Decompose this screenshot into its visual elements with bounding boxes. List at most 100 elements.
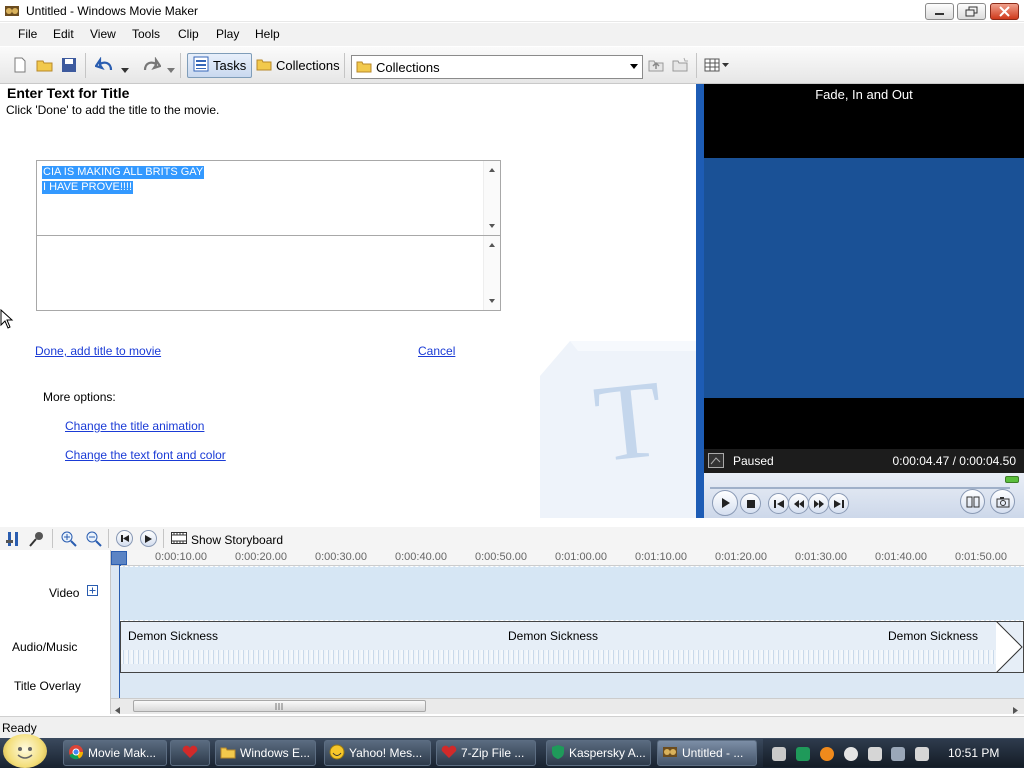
collections-dropdown[interactable]: Collections (351, 55, 643, 79)
title-text-input[interactable]: CIA IS MAKING ALL BRITS GAY I HAVE PROVE… (36, 160, 501, 236)
audio-clip[interactable]: Demon Sickness (508, 629, 598, 643)
menu-help[interactable]: Help (255, 27, 280, 41)
storyboard-icon (171, 531, 187, 548)
ruler-tick: 0:00:40.00 (395, 551, 447, 563)
messenger-tray-icon[interactable] (844, 747, 858, 761)
audio-clip[interactable]: Demon Sickness (888, 629, 978, 643)
tasks-button[interactable]: Tasks (187, 53, 253, 78)
ruler-tick: 0:00:30.00 (315, 551, 367, 563)
yahoo-smiley-icon (329, 744, 345, 763)
zoom-out-icon[interactable] (86, 531, 102, 550)
menu-play[interactable]: Play (216, 27, 239, 41)
audio-track[interactable]: Demon Sickness Demon Sickness Demon Sick… (120, 621, 1024, 673)
volume-indicator[interactable] (1005, 476, 1019, 483)
restore-button[interactable] (957, 3, 986, 20)
change-font-color-link[interactable]: Change the text font and color (65, 448, 226, 462)
menu-file[interactable]: File (18, 27, 37, 41)
open-project-icon[interactable] (36, 57, 54, 76)
search-tray-icon[interactable] (820, 747, 834, 761)
fast-forward-button[interactable] (808, 493, 829, 514)
narrate-timeline-icon[interactable] (29, 531, 45, 550)
new-collection-folder-icon[interactable] (671, 57, 689, 76)
zoom-in-icon[interactable] (61, 531, 77, 550)
cancel-link[interactable]: Cancel (418, 344, 455, 358)
toolbar-separator (85, 53, 86, 78)
minimize-button[interactable] (925, 3, 954, 20)
network-disconnected-icon[interactable] (868, 747, 882, 761)
menu-clip[interactable]: Clip (178, 27, 199, 41)
audio-track-label: Audio/Music (12, 640, 78, 654)
taskbar-item-windows-explorer[interactable]: Windows E... (215, 740, 316, 766)
playhead-handle[interactable] (111, 551, 127, 565)
menu-view[interactable]: View (90, 27, 116, 41)
undo-dropdown-icon[interactable] (121, 62, 129, 76)
menu-edit[interactable]: Edit (53, 27, 74, 41)
scroll-left-icon[interactable] (115, 703, 120, 717)
new-project-icon[interactable] (12, 57, 28, 76)
time-ruler[interactable]: 0:00:10.00 0:00:20.00 0:00:30.00 0:00:40… (111, 550, 1024, 566)
scrollbar-thumb[interactable] (133, 700, 426, 712)
status-text: Ready (2, 721, 37, 735)
ruler-tick: 0:00:10.00 (155, 551, 207, 563)
set-audio-levels-icon[interactable] (5, 531, 21, 550)
pane-instruction: Click 'Done' to add the title to the mov… (6, 103, 220, 117)
stop-button[interactable] (740, 493, 761, 514)
scroll-up-icon[interactable] (489, 168, 495, 172)
scroll-up-icon[interactable] (489, 243, 495, 247)
taskbar: Movie Mak... Windows E... Yahoo! Mes... … (0, 734, 1024, 768)
taskbar-item-untitled-movie-maker[interactable]: Untitled - ... (657, 740, 757, 766)
redo-icon[interactable] (141, 56, 162, 76)
scroll-down-icon[interactable] (489, 299, 495, 303)
take-picture-button[interactable] (990, 489, 1015, 514)
audio-clip-end-arrow (996, 621, 1023, 673)
audio-waveform (121, 650, 997, 664)
play-button[interactable] (712, 490, 738, 516)
rewind-timeline-button[interactable] (116, 530, 133, 547)
views-icon[interactable] (704, 57, 730, 76)
toolbar-separator (108, 529, 109, 548)
scrollbar[interactable] (483, 236, 500, 310)
movie-maker-icon (4, 3, 20, 19)
clock[interactable]: 10:51 PM (948, 746, 999, 760)
title-overlay-track[interactable] (120, 673, 1024, 698)
collections-button[interactable]: Collections (251, 53, 345, 78)
subtitle-text-input[interactable] (36, 235, 501, 311)
taskbar-item-yahoo-messenger[interactable]: Yahoo! Mes... (324, 740, 431, 766)
pane-divider[interactable] (696, 84, 704, 518)
collections-label: Collections (276, 58, 340, 73)
audio-clip[interactable]: Demon Sickness (128, 629, 218, 643)
volume-icon[interactable] (915, 747, 929, 761)
taskbar-item-heart[interactable] (170, 740, 210, 766)
rewind-button[interactable] (788, 493, 809, 514)
timeline: 0:00:10.00 0:00:20.00 0:00:30.00 0:00:40… (111, 550, 1024, 698)
redo-dropdown-icon[interactable] (167, 62, 175, 76)
done-add-title-link[interactable]: Done, add title to movie (35, 344, 161, 358)
split-icon[interactable] (708, 453, 724, 471)
menu-tools[interactable]: Tools (132, 27, 160, 41)
scroll-down-icon[interactable] (489, 224, 495, 228)
kaspersky-tray-icon[interactable] (796, 747, 810, 761)
toolbar-separator (163, 529, 164, 548)
play-timeline-button[interactable] (140, 530, 157, 547)
taskbar-item-7zip[interactable]: 7-Zip File ... (436, 740, 536, 766)
previous-frame-button[interactable] (768, 493, 789, 514)
network-tray-icon[interactable] (891, 747, 905, 761)
split-clip-button[interactable] (960, 489, 985, 514)
show-storyboard-button[interactable]: Show Storyboard (171, 531, 283, 548)
close-button[interactable] (990, 3, 1019, 20)
expand-video-track-icon[interactable] (87, 585, 98, 599)
scrollbar[interactable] (483, 161, 500, 235)
save-icon[interactable] (61, 57, 77, 76)
change-animation-link[interactable]: Change the title animation (65, 419, 204, 433)
video-track[interactable] (120, 566, 1024, 621)
undo-icon[interactable] (94, 56, 115, 76)
seek-bar[interactable] (710, 487, 1010, 489)
next-frame-button[interactable] (828, 493, 849, 514)
taskbar-item-movie-maker-chrome[interactable]: Movie Mak... (63, 740, 167, 766)
taskbar-item-label: 7-Zip File ... (461, 746, 525, 760)
device-tray-icon[interactable] (772, 747, 786, 761)
taskbar-item-kaspersky[interactable]: Kaspersky A... (546, 740, 651, 766)
up-one-level-icon[interactable] (647, 57, 665, 76)
start-button[interactable] (3, 734, 47, 768)
scroll-right-icon[interactable] (1013, 703, 1018, 717)
